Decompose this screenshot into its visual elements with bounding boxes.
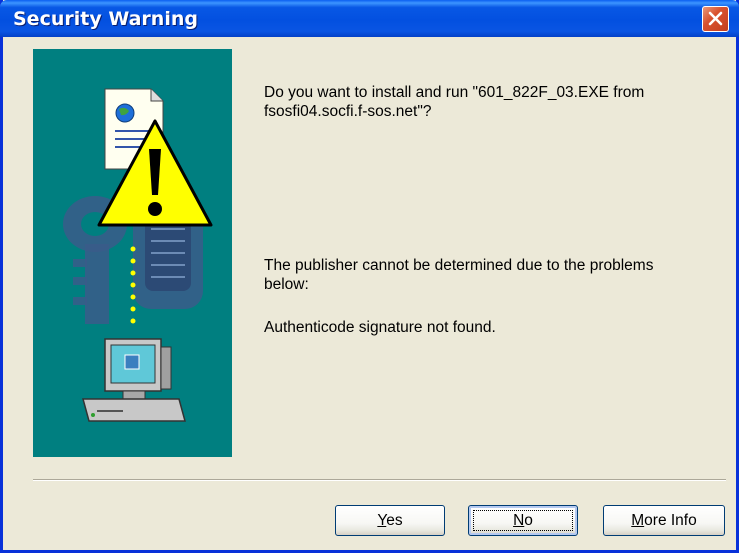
close-icon	[708, 11, 723, 26]
divider	[33, 479, 726, 481]
question-line-1: Do you want to install and run "601_822F…	[264, 84, 645, 101]
close-button[interactable]	[702, 6, 729, 32]
window-title: Security Warning	[13, 8, 198, 30]
security-illustration	[63, 88, 213, 422]
question-line-2: fsosfi04.socfi.f-sos.net"?	[264, 103, 432, 120]
title-bar[interactable]: Security Warning	[0, 0, 739, 37]
no-button[interactable]: No	[468, 505, 578, 536]
yes-button[interactable]: Yes	[335, 505, 445, 536]
publisher-line-2: below:	[264, 276, 309, 293]
more-info-label: ore Info	[644, 512, 697, 529]
more-info-accelerator: M	[631, 512, 645, 529]
more-info-button[interactable]: More Info	[603, 505, 725, 536]
yes-label: es	[386, 512, 403, 529]
problem-text: Authenticode signature not found.	[264, 319, 496, 336]
yes-accelerator: Y	[377, 512, 387, 529]
focus-ring	[473, 510, 573, 531]
publisher-line-1: The publisher cannot be determined due t…	[264, 257, 654, 274]
computer-icon	[82, 338, 186, 422]
warning-illustration	[33, 49, 232, 457]
